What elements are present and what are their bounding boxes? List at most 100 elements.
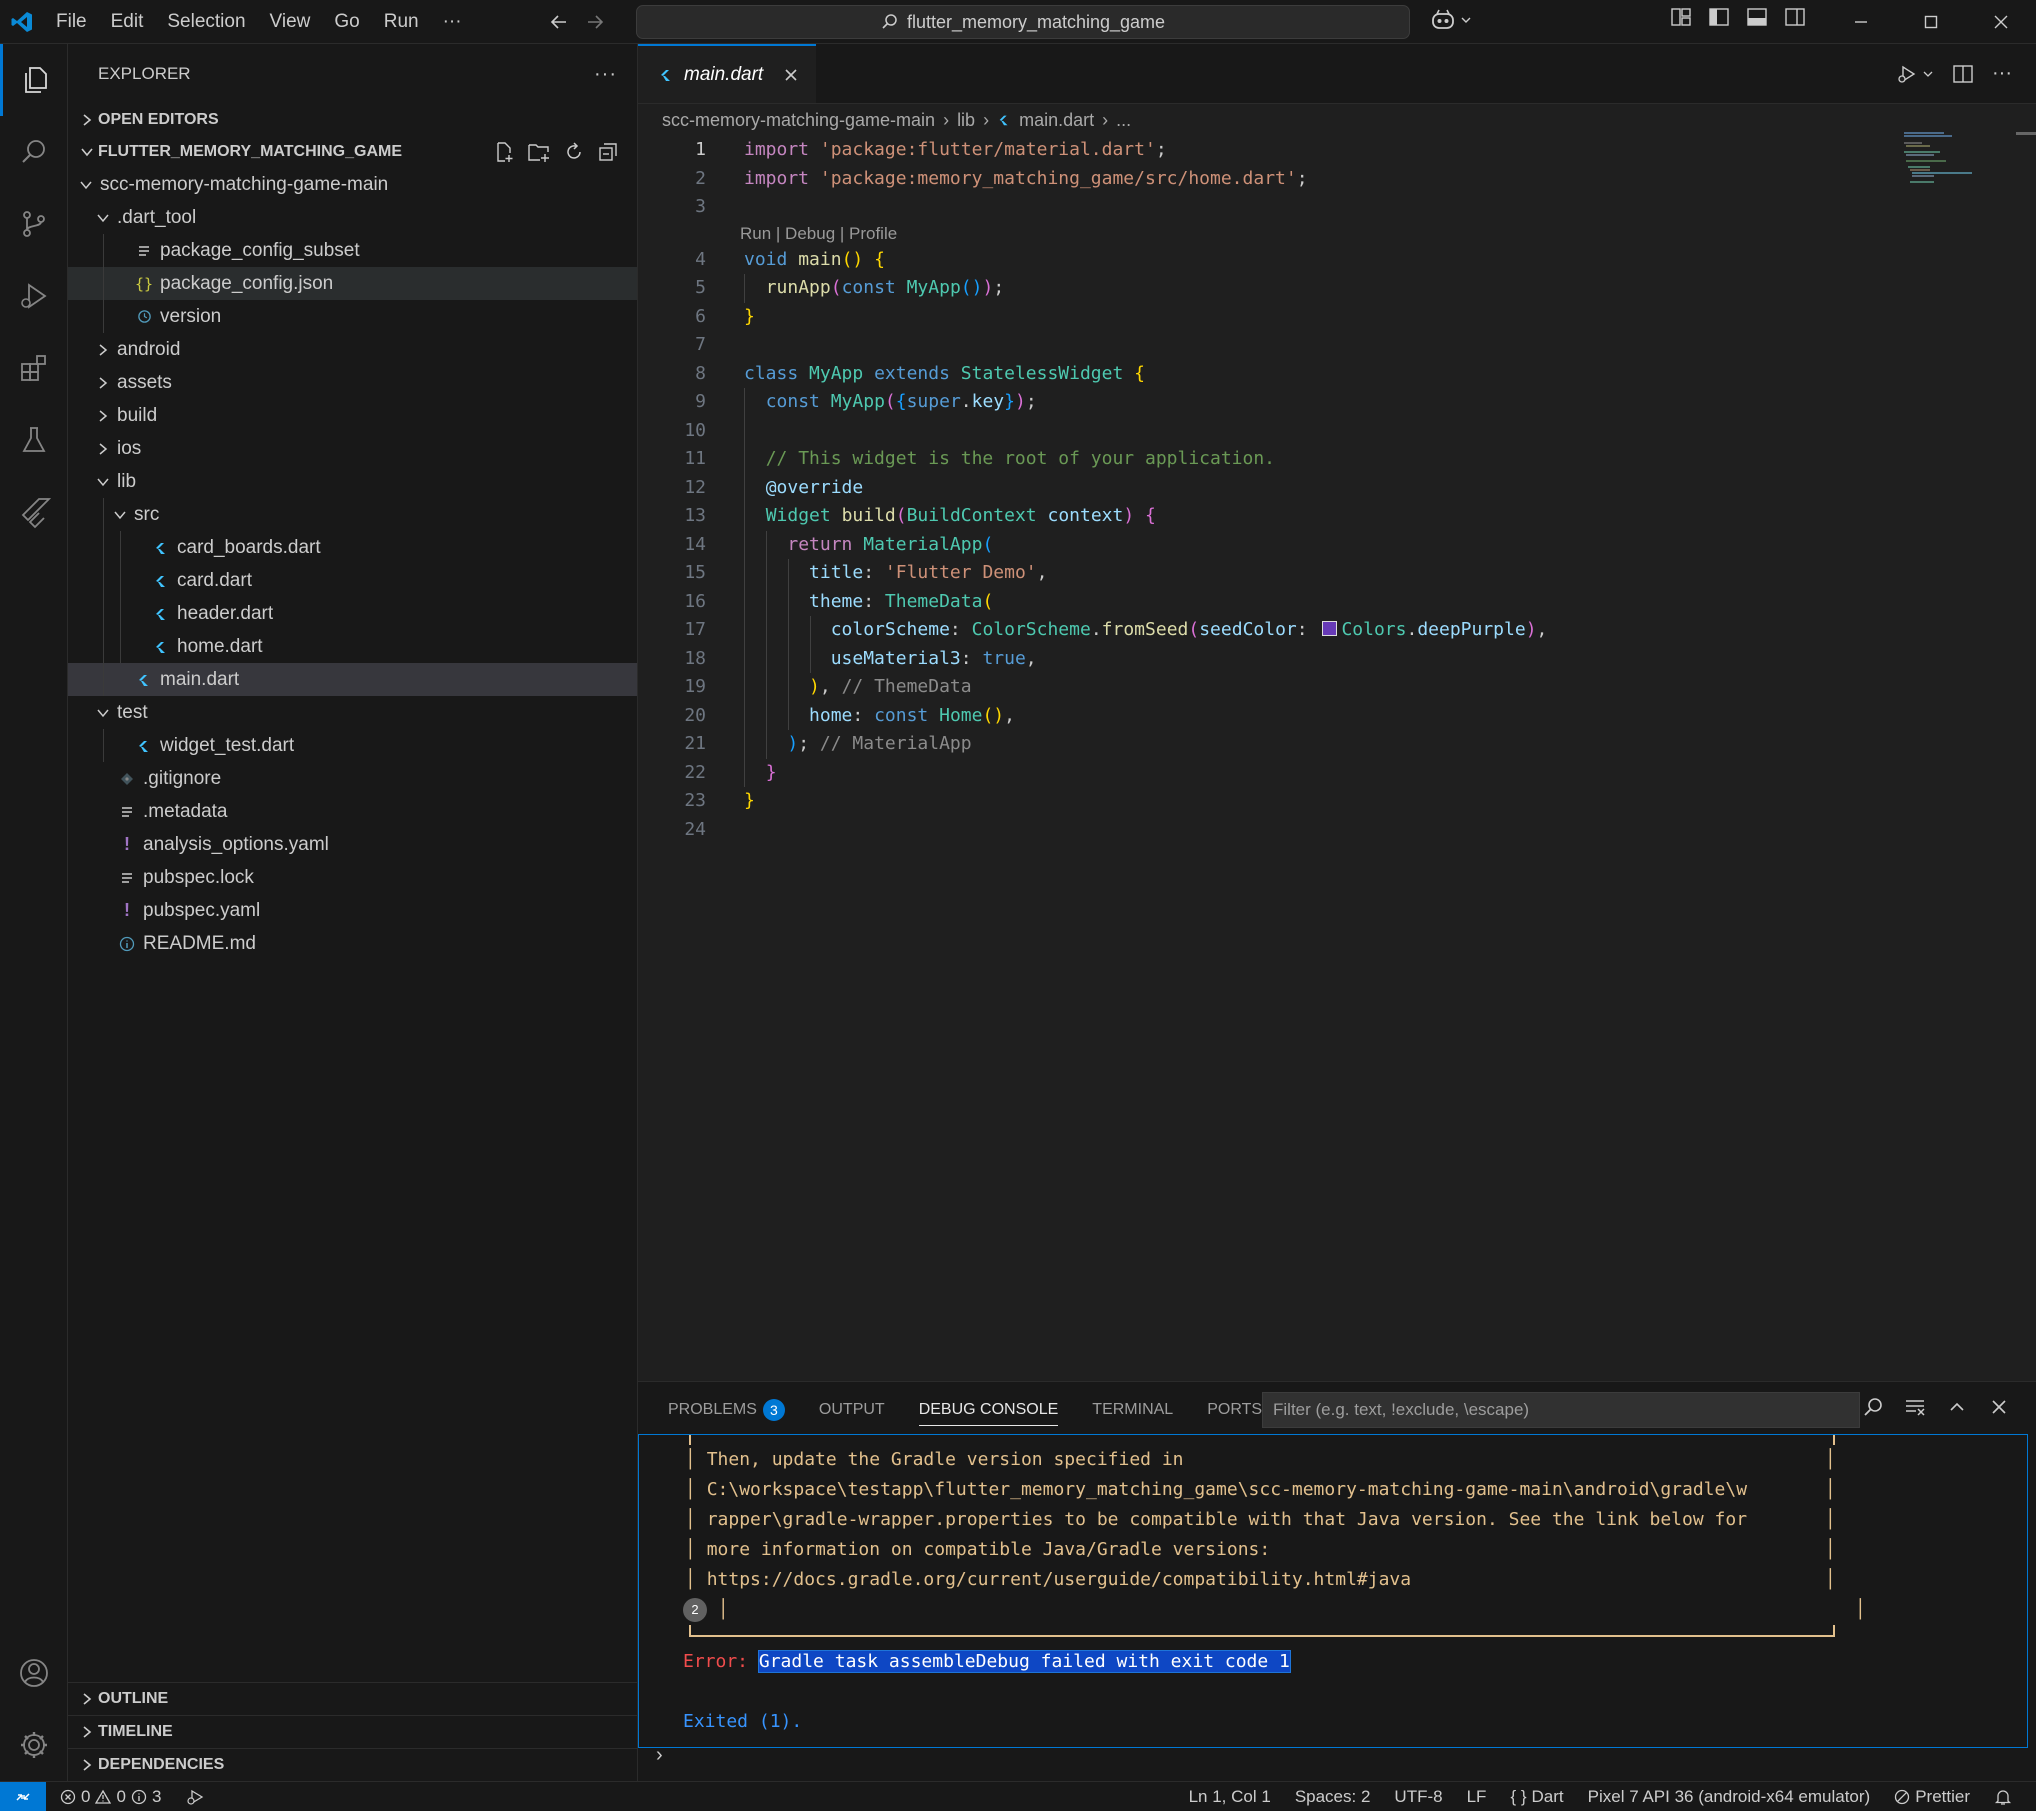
language-mode[interactable]: { } Dart [1510,1787,1563,1807]
split-editor-icon[interactable] [1952,63,1974,85]
debug-run-icon[interactable] [185,1788,205,1806]
command-center-search[interactable]: flutter_memory_matching_game [636,5,1410,39]
more-actions-icon[interactable]: ··· [1992,62,2012,85]
source-control-icon[interactable] [0,188,68,260]
tree-item[interactable]: build [68,399,637,432]
tree-item[interactable]: card.dart [68,564,637,597]
tree-item[interactable]: lib [68,465,637,498]
tree-item[interactable]: card_boards.dart [68,531,637,564]
breadcrumb-file[interactable]: main.dart [1019,110,1094,131]
tab-main-dart[interactable]: main.dart [638,44,816,103]
outline-section[interactable]: OUTLINE [68,1682,638,1715]
new-folder-icon[interactable] [527,141,551,163]
run-debug-dropdown-icon[interactable] [1896,63,1934,85]
problems-status[interactable]: 0 0 3 [60,1787,161,1807]
tab-output[interactable]: OUTPUT [819,1382,885,1438]
customize-layout-icon[interactable] [1670,6,1692,28]
collapse-all-icon[interactable] [597,141,619,163]
dependencies-section[interactable]: DEPENDENCIES [68,1748,638,1781]
end-of-line[interactable]: LF [1467,1787,1487,1807]
menu-more[interactable]: ··· [431,0,474,44]
flutter-device[interactable]: Pixel 7 API 36 (android-x64 emulator) [1588,1787,1871,1807]
color-swatch-icon[interactable] [1322,621,1338,636]
console-input-prompt-icon[interactable]: › [656,1744,663,1767]
menu-selection[interactable]: Selection [155,0,257,44]
tab-ports[interactable]: PORTS [1207,1382,1262,1438]
debug-console-filter-input[interactable]: Filter (e.g. text, !exclude, \escape) [1262,1392,1860,1428]
tree-item[interactable]: scc-memory-matching-game-main [68,168,637,201]
debug-console-output[interactable]: │ Then, update the Gradle version specif… [638,1434,2028,1748]
tree-item[interactable]: ios [68,432,637,465]
encoding[interactable]: UTF-8 [1394,1787,1442,1807]
tab-terminal[interactable]: TERMINAL [1092,1382,1173,1438]
tree-item[interactable]: ! analysis_options.yaml [68,828,637,861]
testing-flask-icon[interactable] [0,404,68,476]
close-panel-icon[interactable] [1988,1396,2010,1418]
tab-debug-console[interactable]: DEBUG CONSOLE [918,1382,1058,1438]
forward-arrow-icon[interactable] [584,11,606,33]
toggle-primary-sidebar-icon[interactable] [1708,6,1730,28]
open-editors-section[interactable]: OPEN EDITORS [68,104,637,136]
more-actions-icon[interactable]: ··· [594,63,617,86]
remote-indicator-icon[interactable] [0,1781,46,1811]
tree-item[interactable]: version [68,300,637,333]
run-debug-icon[interactable] [0,260,68,332]
tree-item[interactable]: pubspec.lock [68,861,637,894]
refresh-icon[interactable] [563,141,585,163]
breadcrumb-lib[interactable]: lib [957,110,975,131]
prettier-status[interactable]: Prettier [1894,1787,1970,1807]
tree-item[interactable]: package_config_subset [68,234,637,267]
minimap[interactable] [1904,130,1994,190]
tree-item[interactable]: widget_test.dart [68,729,637,762]
menu-view[interactable]: View [258,0,323,44]
menu-edit[interactable]: Edit [99,0,156,44]
maximize-panel-icon[interactable] [1946,1396,1968,1418]
tree-item[interactable]: assets [68,366,637,399]
toggle-secondary-sidebar-icon[interactable] [1784,6,1806,28]
new-file-icon[interactable] [493,141,515,163]
codelens-run-debug-profile[interactable]: Run | Debug | Profile [638,222,2018,246]
search-icon[interactable] [0,116,68,188]
accounts-icon[interactable] [0,1637,68,1709]
tree-item[interactable]: .dart_tool [68,201,637,234]
menu-file[interactable]: File [44,0,99,44]
tab-problems[interactable]: PROBLEMS 3 [668,1382,785,1438]
code-editor[interactable]: 1 import 'package:flutter/material.dart';… [638,136,2018,844]
back-arrow-icon[interactable] [548,11,570,33]
tree-item[interactable]: README.md [68,927,637,960]
extensions-icon[interactable] [0,332,68,404]
notifications-bell-icon[interactable] [1994,1788,2012,1806]
flutter-icon[interactable] [0,476,68,548]
toggle-panel-icon[interactable] [1746,6,1768,28]
cursor-position[interactable]: Ln 1, Col 1 [1189,1787,1271,1807]
close-tab-icon[interactable] [783,67,799,83]
menu-run[interactable]: Run [372,0,431,44]
menu-go[interactable]: Go [322,0,371,44]
tree-item[interactable]: ! pubspec.yaml [68,894,637,927]
breadcrumb-symbol[interactable]: ... [1116,110,1131,131]
tree-item[interactable]: header.dart [68,597,637,630]
tree-item[interactable]: android [68,333,637,366]
settings-gear-icon[interactable] [0,1709,68,1781]
explorer-icon[interactable] [0,44,68,116]
clear-console-icon[interactable] [1904,1396,1926,1418]
tree-item[interactable]: {} package_config.json [68,267,637,300]
tree-item[interactable]: test [68,696,637,729]
tree-item[interactable]: home.dart [68,630,637,663]
breadcrumb-folder[interactable]: scc-memory-matching-game-main [662,110,935,131]
minimize-button[interactable] [1826,0,1896,44]
tree-item-label: card_boards.dart [177,536,321,558]
tree-item[interactable]: .gitignore [68,762,637,795]
indentation[interactable]: Spaces: 2 [1295,1787,1371,1807]
tree-item[interactable]: .metadata [68,795,637,828]
maximize-button[interactable] [1896,0,1966,44]
close-window-button[interactable] [1966,0,2036,44]
find-icon[interactable] [1862,1396,1884,1418]
scrollbar-thumb[interactable] [2016,132,2036,135]
code-text: theme: ThemeData( [706,587,993,616]
tree-item[interactable]: src [68,498,637,531]
project-section[interactable]: FLUTTER_MEMORY_MATCHING_GAME [68,136,637,168]
copilot-button[interactable] [1430,8,1472,32]
timeline-section[interactable]: TIMELINE [68,1715,638,1748]
tree-item[interactable]: main.dart [68,663,637,696]
